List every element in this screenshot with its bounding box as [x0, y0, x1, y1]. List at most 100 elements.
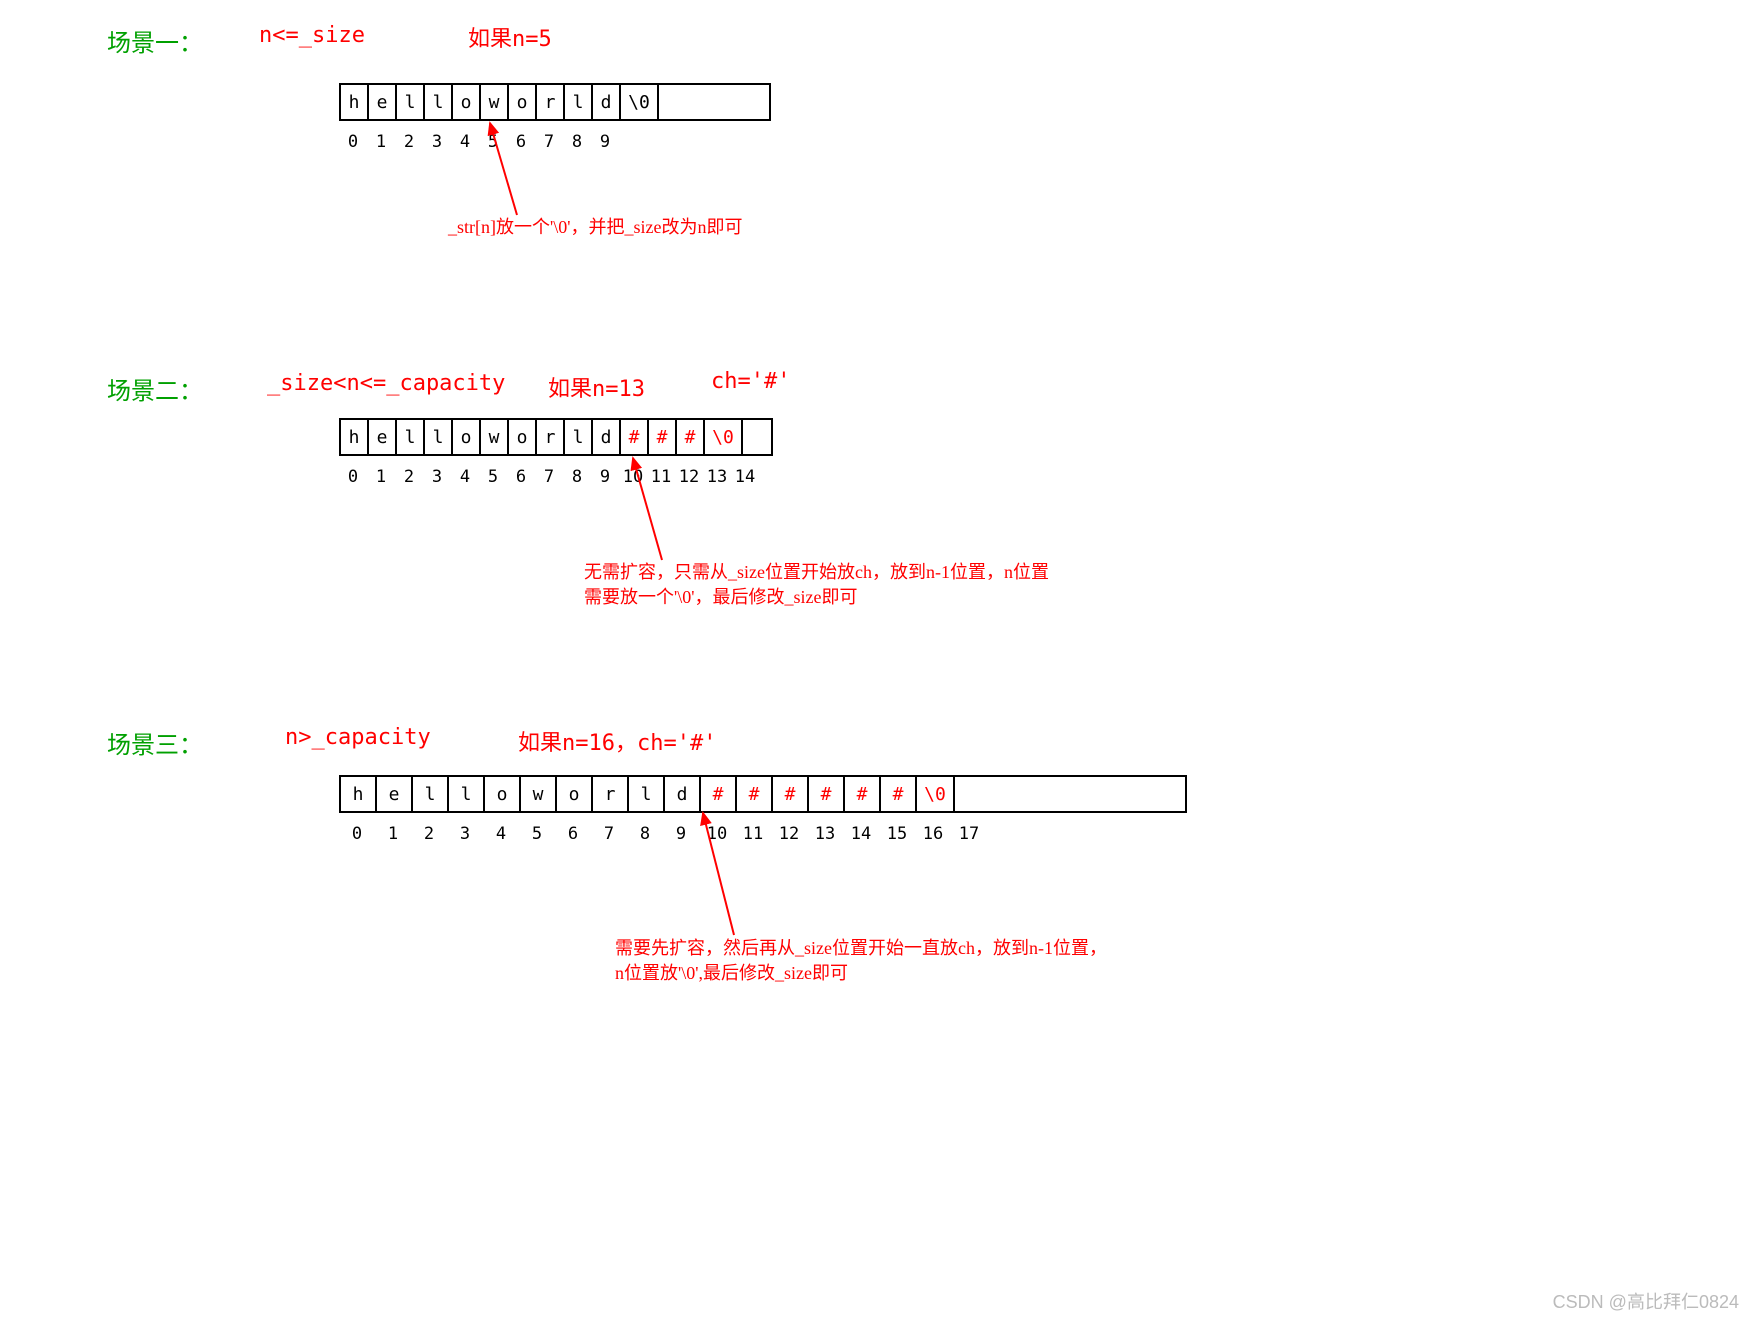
- idx: 12: [675, 467, 703, 487]
- scenario3-annotation: 需要先扩容，然后再从_size位置开始一直放ch，放到n-1位置， n位置放'\…: [615, 936, 1107, 986]
- scenario2-title: 场景二：: [107, 371, 203, 406]
- scenario2-array: h e l l o w o r l d # # # \0: [339, 418, 773, 456]
- idx: 10: [619, 467, 647, 487]
- cell: o: [509, 85, 537, 119]
- idx: 4: [451, 132, 479, 152]
- scenario2-ch: ch='#': [711, 369, 790, 394]
- cell: h: [341, 420, 369, 454]
- annotation-line: n位置放'\0',最后修改_size即可: [615, 963, 848, 983]
- idx: 8: [563, 132, 591, 152]
- idx: 17: [951, 824, 987, 844]
- cell: d: [665, 777, 701, 811]
- cell: d: [593, 420, 621, 454]
- cell: o: [485, 777, 521, 811]
- cell: l: [397, 420, 425, 454]
- idx: 7: [591, 824, 627, 844]
- cell-hash: #: [881, 777, 917, 811]
- cell-hash: #: [649, 420, 677, 454]
- idx: 0: [339, 467, 367, 487]
- idx: 11: [735, 824, 771, 844]
- idx: 13: [703, 467, 731, 487]
- idx: 14: [731, 467, 759, 487]
- idx: 4: [483, 824, 519, 844]
- cell: d: [593, 85, 621, 119]
- idx: 6: [507, 467, 535, 487]
- idx: 7: [535, 132, 563, 152]
- idx: 14: [843, 824, 879, 844]
- cell: l: [397, 85, 425, 119]
- cell-null: \0: [621, 85, 659, 119]
- cell-hash: #: [773, 777, 809, 811]
- cell: o: [453, 420, 481, 454]
- cell: e: [369, 420, 397, 454]
- idx: 6: [555, 824, 591, 844]
- idx: 7: [535, 467, 563, 487]
- idx: 11: [647, 467, 675, 487]
- annotation-line: 需要放一个'\0'，最后修改_size即可: [584, 587, 857, 607]
- cell-hash: #: [677, 420, 705, 454]
- cell: w: [481, 85, 509, 119]
- idx: 2: [395, 132, 423, 152]
- idx: 3: [447, 824, 483, 844]
- scenario3-example: 如果n=16，ch='#': [518, 725, 716, 757]
- watermark: CSDN @高比拜仁0824: [1553, 1288, 1739, 1314]
- scenario1-array: h e l l o w o r l d \0: [339, 83, 771, 121]
- annotation-line: 需要先扩容，然后再从_size位置开始一直放ch，放到n-1位置，: [615, 938, 1107, 958]
- scenario1-indices: 0 1 2 3 4 5 6 7 8 9: [339, 132, 619, 152]
- scenario2-example: 如果n=13: [548, 371, 645, 403]
- cell: l: [425, 420, 453, 454]
- cell: l: [413, 777, 449, 811]
- cell: w: [481, 420, 509, 454]
- idx: 0: [339, 824, 375, 844]
- cell-hash: #: [845, 777, 881, 811]
- cell-empty: [955, 777, 1185, 811]
- scenario3-condition: n>_capacity: [285, 725, 431, 750]
- idx: 8: [627, 824, 663, 844]
- cell-hash: #: [809, 777, 845, 811]
- idx: 3: [423, 132, 451, 152]
- scenario3-indices: 0 1 2 3 4 5 6 7 8 9 10 11 12 13 14 15 16…: [339, 824, 987, 844]
- idx: 8: [563, 467, 591, 487]
- annotation-line: 无需扩容，只需从_size位置开始放ch，放到n-1位置，n位置: [584, 562, 1049, 582]
- cell-hash: #: [621, 420, 649, 454]
- scenario1-annotation: _str[n]放一个'\0'，并把_size改为n即可: [448, 215, 742, 240]
- cell: h: [341, 777, 377, 811]
- idx: 4: [451, 467, 479, 487]
- cell: l: [565, 85, 593, 119]
- cell-null: \0: [705, 420, 743, 454]
- idx: 13: [807, 824, 843, 844]
- cell: o: [453, 85, 481, 119]
- scenario3-title: 场景三：: [107, 725, 203, 760]
- cell: l: [629, 777, 665, 811]
- scenario1-example: 如果n=5: [468, 21, 552, 53]
- idx: 16: [915, 824, 951, 844]
- idx: 9: [591, 132, 619, 152]
- cell: l: [565, 420, 593, 454]
- scenario2-indices: 0 1 2 3 4 5 6 7 8 9 10 11 12 13 14: [339, 467, 759, 487]
- cell-null: \0: [917, 777, 955, 811]
- idx: 12: [771, 824, 807, 844]
- cell: l: [425, 85, 453, 119]
- idx: 1: [375, 824, 411, 844]
- idx: 1: [367, 467, 395, 487]
- idx: 9: [591, 467, 619, 487]
- idx: 6: [507, 132, 535, 152]
- scenario3-array: h e l l o w o r l d # # # # # # \0: [339, 775, 1187, 813]
- idx: 2: [395, 467, 423, 487]
- cell-hash: #: [701, 777, 737, 811]
- idx: 10: [699, 824, 735, 844]
- cell: r: [537, 85, 565, 119]
- scenario1-title: 场景一：: [107, 23, 203, 58]
- idx: 9: [663, 824, 699, 844]
- scenario1-condition: n<=_size: [259, 23, 365, 48]
- cell: w: [521, 777, 557, 811]
- cell: h: [341, 85, 369, 119]
- cell: r: [593, 777, 629, 811]
- cell-empty: [659, 85, 769, 119]
- idx: 2: [411, 824, 447, 844]
- idx: 5: [479, 132, 507, 152]
- cell: o: [557, 777, 593, 811]
- cell: o: [509, 420, 537, 454]
- idx: 5: [519, 824, 555, 844]
- idx: 5: [479, 467, 507, 487]
